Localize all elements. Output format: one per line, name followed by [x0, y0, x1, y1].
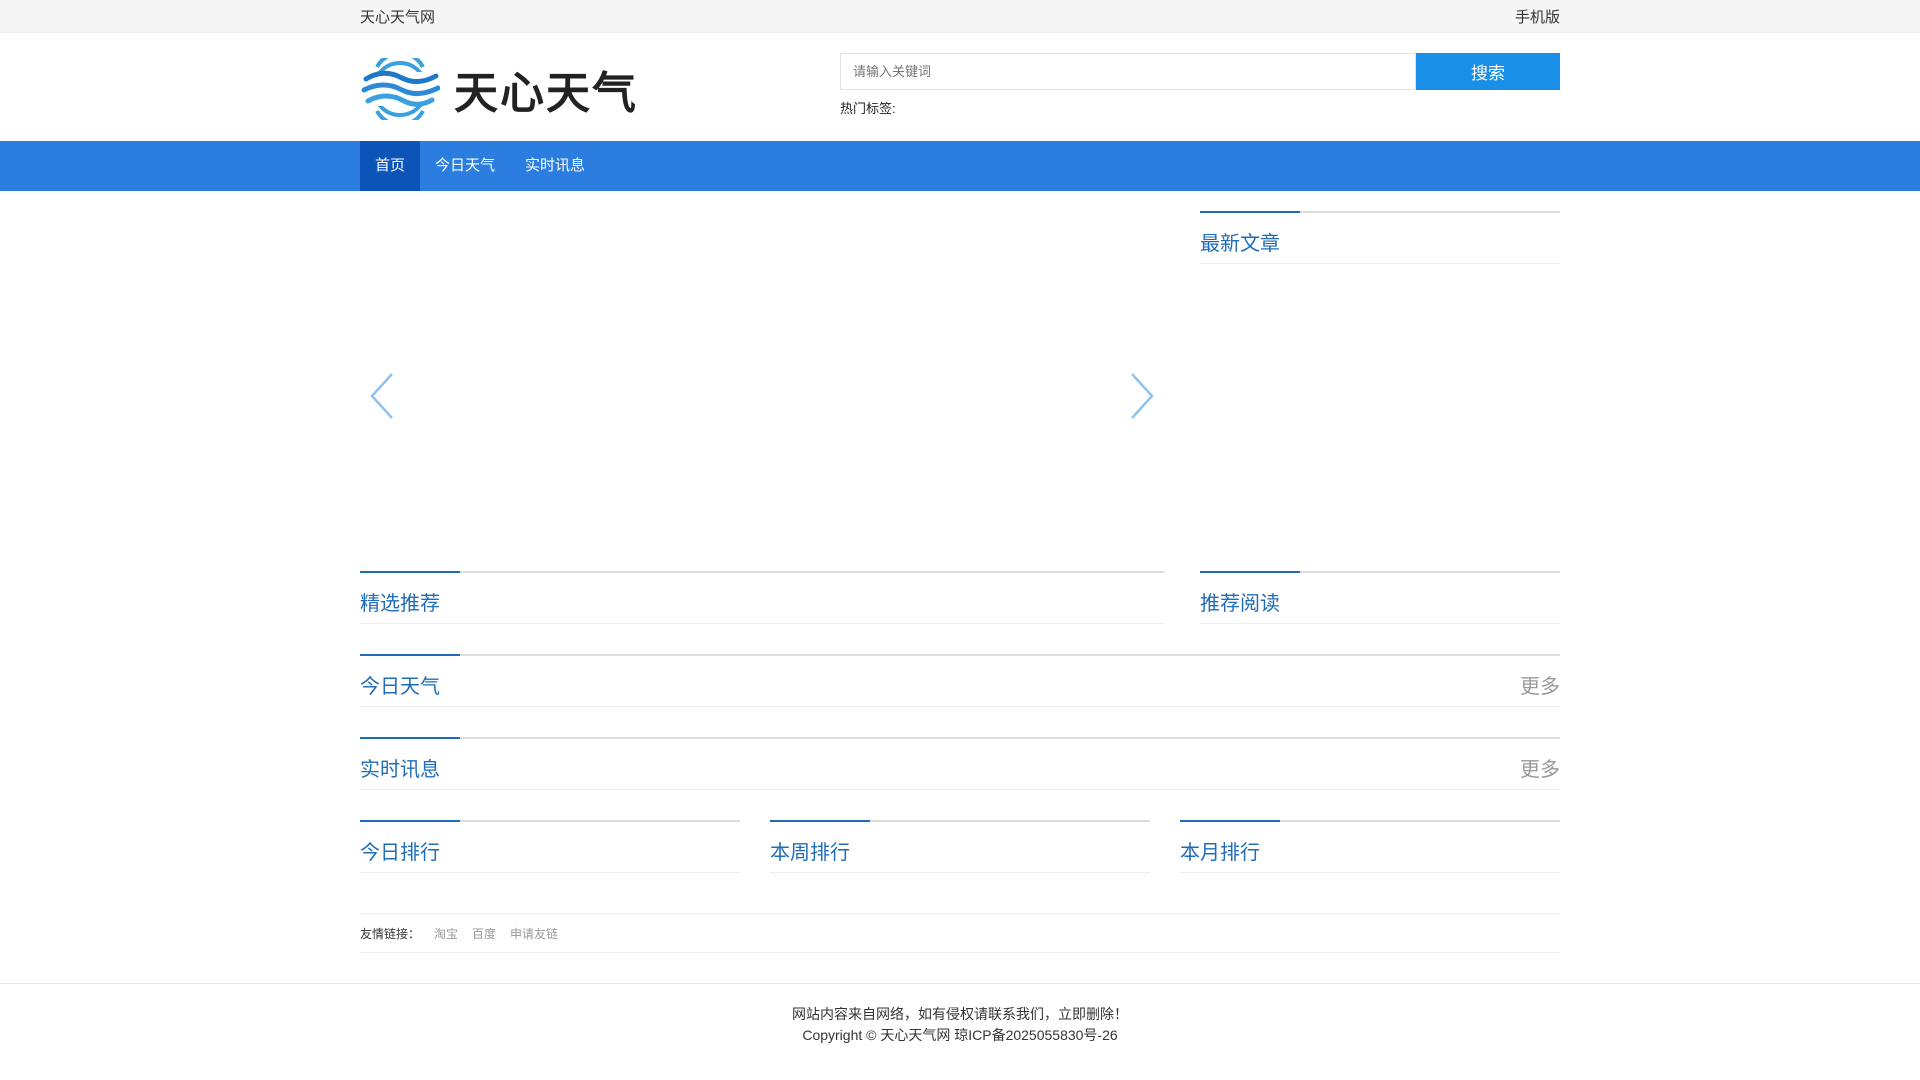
today-weather-header: 今日天气 更多	[360, 654, 1560, 707]
rank-day-panel: 今日排行	[360, 820, 740, 873]
nav-item-realtime[interactable]: 实时讯息	[510, 141, 600, 191]
search-button[interactable]: 搜索	[1416, 53, 1560, 90]
section-title: 精选推荐	[360, 593, 440, 615]
rank-day-header: 今日排行	[360, 820, 740, 873]
section-title: 推荐阅读	[1200, 593, 1280, 615]
latest-articles-header: 最新文章	[1200, 211, 1560, 264]
friend-links: 友情链接： 淘宝 百度 申请友链	[360, 913, 1560, 953]
chevron-right-icon[interactable]	[1126, 371, 1156, 421]
image-slider	[360, 211, 1164, 551]
footer-notice: 网站内容来自网络，如有侵权请联系我们，立即删除！	[792, 1006, 1128, 1022]
site-name-link[interactable]: 天心天气网	[360, 6, 435, 27]
section-title: 实时讯息	[360, 759, 440, 781]
search-area: 搜索 热门标签:	[840, 53, 1560, 117]
friend-link[interactable]: 百度	[472, 925, 496, 942]
search-input[interactable]	[840, 53, 1416, 90]
recommended-panel: 推荐阅读	[1200, 571, 1560, 624]
waves-logo-icon	[360, 58, 440, 120]
friend-link[interactable]: 淘宝	[434, 925, 458, 942]
friend-link[interactable]: 申请友链	[510, 925, 558, 942]
realtime-panel: 实时讯息 更多	[360, 737, 1560, 790]
today-weather-panel: 今日天气 更多	[360, 654, 1560, 707]
recommended-header: 推荐阅读	[1200, 571, 1560, 624]
site-logo[interactable]: 天心天气	[360, 57, 638, 121]
rank-week-header: 本周排行	[770, 820, 1150, 873]
header: 天心天气 搜索 热门标签:	[0, 33, 1920, 141]
section-title: 今日排行	[360, 842, 440, 864]
featured-panel: 精选推荐	[360, 571, 1164, 624]
rank-week-panel: 本周排行	[770, 820, 1150, 873]
top-bar: 天心天气网 手机版	[0, 0, 1920, 33]
rank-month-panel: 本月排行	[1180, 820, 1560, 873]
section-title: 最新文章	[1200, 233, 1280, 255]
section-title: 本月排行	[1180, 842, 1260, 864]
section-title: 今日天气	[360, 676, 440, 698]
friend-links-label: 友情链接：	[360, 926, 421, 941]
more-link[interactable]: 更多	[1520, 753, 1560, 782]
footer: 网站内容来自网络，如有侵权请联系我们，立即删除！ Copyright © 天心天…	[0, 983, 1920, 1046]
main-nav: 首页 今日天气 实时讯息	[0, 141, 1920, 191]
more-link[interactable]: 更多	[1520, 670, 1560, 699]
hot-tags-label: 热门标签:	[840, 101, 896, 116]
nav-item-today-weather[interactable]: 今日天气	[420, 141, 510, 191]
rank-month-header: 本月排行	[1180, 820, 1560, 873]
realtime-header: 实时讯息 更多	[360, 737, 1560, 790]
logo-text: 天心天气	[454, 68, 638, 119]
latest-articles-panel: 最新文章	[1200, 211, 1560, 551]
footer-copyright: Copyright © 天心天气网 琼ICP备2025055830号-26	[802, 1027, 1118, 1043]
nav-item-home[interactable]: 首页	[360, 141, 421, 191]
featured-header: 精选推荐	[360, 571, 1164, 624]
mobile-version-link[interactable]: 手机版	[1515, 6, 1560, 27]
chevron-left-icon[interactable]	[368, 371, 398, 421]
section-title: 本周排行	[770, 842, 850, 864]
